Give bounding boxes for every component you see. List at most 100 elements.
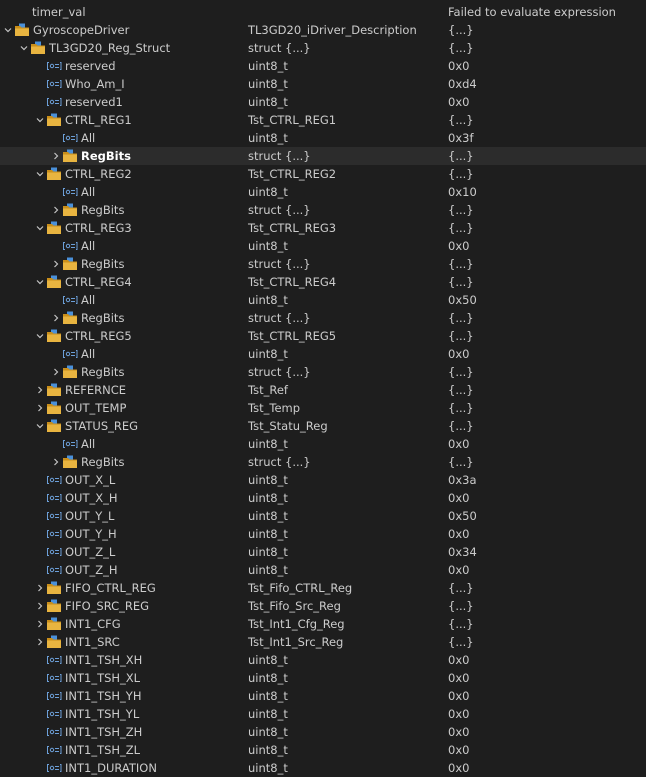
chevron-right-icon[interactable] [50,201,62,219]
variable-value[interactable]: 0x0 [448,489,469,507]
chevron-right-icon[interactable] [34,399,46,417]
variable-value[interactable]: 0x0 [448,651,469,669]
tree-row[interactable]: CTRL_REG4 Tst_CTRL_REG4 {...} [0,273,646,291]
tree-row[interactable]: INT1_SRC Tst_Int1_Src_Reg {...} [0,633,646,651]
chevron-right-icon[interactable] [34,633,46,651]
tree-row[interactable]: INT1_CFG Tst_Int1_Cfg_Reg {...} [0,615,646,633]
tree-row[interactable]: OUT_Y_H uint8_t 0x0 [0,525,646,543]
variable-value[interactable]: {...} [448,165,474,183]
variable-value[interactable]: 0x3f [448,129,474,147]
chevron-down-icon[interactable] [34,327,46,345]
tree-row[interactable]: Who_Am_I uint8_t 0xd4 [0,75,646,93]
tree-row[interactable]: INT1_TSH_ZL uint8_t 0x0 [0,741,646,759]
variable-value[interactable]: 0x50 [448,291,477,309]
variable-value[interactable]: 0x0 [448,759,469,777]
chevron-down-icon[interactable] [34,273,46,291]
tree-row[interactable]: All uint8_t 0x0 [0,435,646,453]
variable-value[interactable]: 0x0 [448,561,469,579]
variable-value[interactable]: 0x0 [448,741,469,759]
variable-value[interactable]: 0xd4 [448,75,477,93]
chevron-down-icon[interactable] [2,21,14,39]
variable-value[interactable]: {...} [448,615,474,633]
chevron-right-icon[interactable] [50,453,62,471]
tree-row[interactable]: All uint8_t 0x0 [0,237,646,255]
chevron-right-icon[interactable] [50,309,62,327]
chevron-right-icon[interactable] [50,147,62,165]
tree-row[interactable]: All uint8_t 0x3f [0,129,646,147]
variable-value[interactable]: 0x0 [448,435,469,453]
tree-row[interactable]: CTRL_REG5 Tst_CTRL_REG5 {...} [0,327,646,345]
tree-row[interactable]: timer_val Failed to evaluate expression [0,3,646,21]
variable-value[interactable]: {...} [448,147,474,165]
tree-row[interactable]: STATUS_REG Tst_Statu_Reg {...} [0,417,646,435]
variable-value[interactable]: {...} [448,219,474,237]
chevron-right-icon[interactable] [50,255,62,273]
tree-row[interactable]: OUT_Y_L uint8_t 0x50 [0,507,646,525]
variable-value[interactable]: 0x0 [448,525,469,543]
chevron-right-icon[interactable] [50,363,62,381]
tree-row[interactable]: OUT_Z_H uint8_t 0x0 [0,561,646,579]
tree-row[interactable]: INT1_DURATION uint8_t 0x0 [0,759,646,777]
variable-value[interactable]: {...} [448,21,474,39]
variable-value[interactable]: {...} [448,309,474,327]
tree-row[interactable]: RegBits struct {...} {...} [0,453,646,471]
tree-row[interactable]: CTRL_REG2 Tst_CTRL_REG2 {...} [0,165,646,183]
variable-value[interactable]: {...} [448,255,474,273]
tree-row[interactable]: reserved uint8_t 0x0 [0,57,646,75]
variable-value[interactable]: {...} [448,363,474,381]
chevron-down-icon[interactable] [34,219,46,237]
tree-row[interactable]: CTRL_REG3 Tst_CTRL_REG3 {...} [0,219,646,237]
variable-value[interactable]: {...} [448,201,474,219]
variable-value[interactable]: 0x0 [448,723,469,741]
tree-row[interactable]: FIFO_SRC_REG Tst_Fifo_Src_Reg {...} [0,597,646,615]
variable-value[interactable]: {...} [448,381,474,399]
variable-value[interactable]: {...} [448,597,474,615]
variable-value[interactable]: {...} [448,417,474,435]
tree-row[interactable]: CTRL_REG1 Tst_CTRL_REG1 {...} [0,111,646,129]
tree-row[interactable]: OUT_Z_L uint8_t 0x34 [0,543,646,561]
tree-row[interactable]: TL3GD20_Reg_Struct struct {...} {...} [0,39,646,57]
variable-value[interactable]: 0x34 [448,543,477,561]
tree-row[interactable]: OUT_X_H uint8_t 0x0 [0,489,646,507]
tree-row[interactable]: RegBits struct {...} {...} [0,309,646,327]
variable-value[interactable]: 0x10 [448,183,477,201]
chevron-right-icon[interactable] [34,579,46,597]
tree-row[interactable]: INT1_TSH_ZH uint8_t 0x0 [0,723,646,741]
tree-row[interactable]: OUT_TEMP Tst_Temp {...} [0,399,646,417]
tree-row[interactable]: All uint8_t 0x10 [0,183,646,201]
tree-row[interactable]: RegBits struct {...} {...} [0,255,646,273]
variable-value[interactable]: {...} [448,39,474,57]
variable-value[interactable]: 0x0 [448,93,469,111]
chevron-right-icon[interactable] [34,615,46,633]
variable-value[interactable]: {...} [448,453,474,471]
tree-row[interactable]: REFERNCE Tst_Ref {...} [0,381,646,399]
variable-value[interactable]: {...} [448,633,474,651]
variable-value[interactable]: {...} [448,111,474,129]
variable-value[interactable]: 0x0 [448,57,469,75]
chevron-down-icon[interactable] [34,111,46,129]
tree-row[interactable]: INT1_TSH_YL uint8_t 0x0 [0,705,646,723]
tree-row[interactable]: All uint8_t 0x0 [0,345,646,363]
tree-row[interactable]: FIFO_CTRL_REG Tst_Fifo_CTRL_Reg {...} [0,579,646,597]
tree-row[interactable]: GyroscopeDriver TL3GD20_iDriver_Descripti… [0,21,646,39]
tree-row[interactable]: RegBits struct {...} {...} [0,201,646,219]
variable-value[interactable]: {...} [448,273,474,291]
variable-value[interactable]: 0x0 [448,669,469,687]
chevron-down-icon[interactable] [34,417,46,435]
chevron-right-icon[interactable] [34,381,46,399]
variable-value[interactable]: 0x3a [448,471,477,489]
tree-row[interactable]: OUT_X_L uint8_t 0x3a [0,471,646,489]
variable-value[interactable]: {...} [448,327,474,345]
tree-row[interactable]: INT1_TSH_YH uint8_t 0x0 [0,687,646,705]
tree-row[interactable]: RegBits struct {...} {...} [0,363,646,381]
variable-value[interactable]: 0x0 [448,687,469,705]
variable-value[interactable]: {...} [448,399,474,417]
tree-row[interactable]: All uint8_t 0x50 [0,291,646,309]
variable-value[interactable]: 0x0 [448,705,469,723]
variable-value[interactable]: {...} [448,579,474,597]
chevron-right-icon[interactable] [34,597,46,615]
tree-row[interactable]: reserved1 uint8_t 0x0 [0,93,646,111]
variable-value[interactable]: 0x0 [448,237,469,255]
tree-row[interactable]: RegBits struct {...} {...} [0,147,646,165]
chevron-down-icon[interactable] [18,39,30,57]
